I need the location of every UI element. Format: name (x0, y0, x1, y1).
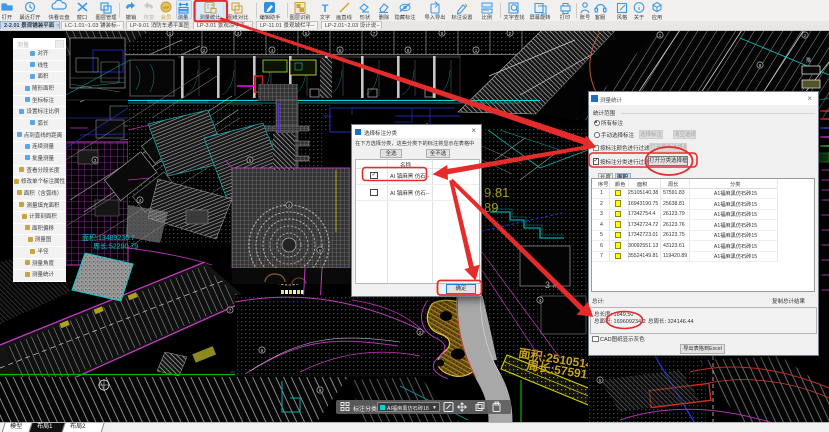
svg-text:周长:52290.79: 周长:52290.79 (93, 242, 138, 251)
svg-text:89: 89 (484, 200, 498, 215)
svg-text:3 #: 3 # (545, 280, 558, 290)
svg-text:面积:13489236.7: 面积:13489236.7 (82, 233, 135, 242)
svg-text:豫: 豫 (806, 57, 811, 64)
svg-text:9.81: 9.81 (484, 185, 509, 200)
